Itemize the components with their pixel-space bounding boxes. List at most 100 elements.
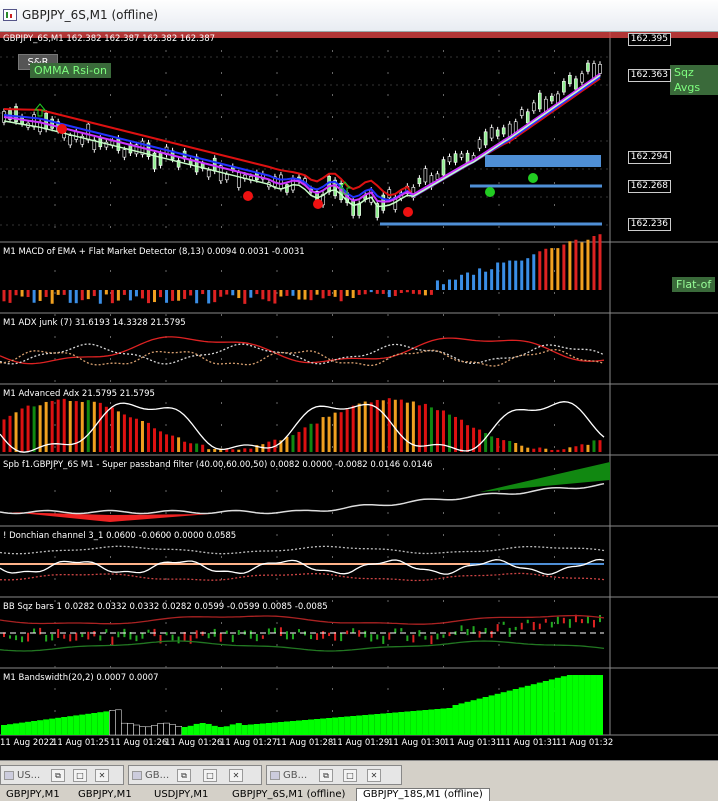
minimized-window[interactable]: GB... ⧉ □ ✕ [128, 765, 262, 785]
bandswidth-bar [199, 723, 206, 735]
bbsqz-bar [33, 628, 36, 633]
macd-bar [32, 290, 36, 303]
macd-bar [207, 290, 211, 304]
macd-bar [387, 290, 391, 298]
time-label: 11 Aug 01:31 [500, 738, 558, 748]
bbsqz-bar [562, 617, 565, 624]
macd-bar [508, 260, 512, 290]
macd-bar [128, 290, 132, 301]
bandswidth-bar [229, 724, 236, 735]
candle-body [206, 169, 211, 178]
adx-bar [393, 399, 397, 452]
adx-bar [140, 420, 144, 452]
adx-bar [297, 431, 301, 452]
bbsqz-bar [105, 629, 108, 633]
candle-body [574, 78, 578, 90]
macd-bar [466, 272, 470, 290]
main-info-label: GBPJPY_6S,M1 162.382 162.387 162.382 162… [3, 34, 216, 44]
tab-gbpjpy-18s[interactable]: GBPJPY_18S,M1 (offline) [356, 788, 490, 801]
macd-bar [484, 271, 488, 290]
macd-bar [74, 290, 78, 304]
adx-bar [153, 428, 157, 452]
adx-bar [351, 405, 355, 452]
adx-bar [586, 444, 590, 452]
bbsqz-bar [520, 622, 523, 630]
macd-bar [423, 290, 427, 296]
bbsqz-bar [532, 621, 535, 631]
chart-area[interactable]: GBPJPY_6S,M1 162.382 162.387 162.382 162… [0, 32, 718, 760]
tab-gbpjpy-6s[interactable]: GBPJPY_6S,M1 (offline) [226, 789, 351, 801]
adx-bar [303, 427, 307, 452]
maximize-icon[interactable]: □ [203, 769, 217, 782]
close-icon[interactable]: ✕ [95, 769, 109, 782]
bbsqz-bar [237, 630, 240, 635]
bandswidth-bar [175, 726, 182, 736]
restore-icon[interactable]: ⧉ [177, 769, 191, 782]
adx-bar [417, 405, 421, 452]
minimized-window[interactable]: GB... ⧉ □ ✕ [266, 765, 402, 785]
bandswidth-bar [235, 723, 242, 735]
bbsqz-bar [514, 626, 517, 631]
macd-bar [14, 290, 18, 296]
macd-bar [454, 279, 458, 290]
price-label: 162.395 [627, 33, 671, 46]
signal-dot [403, 207, 413, 217]
macd-bar [279, 290, 283, 297]
adx-bar [86, 400, 90, 452]
bbsqz-bar [231, 634, 234, 643]
bandswidth-bar [344, 716, 351, 735]
adx-bar [478, 429, 482, 452]
macd-bar [8, 290, 12, 303]
bandswidth-bar [398, 712, 405, 735]
restore-icon[interactable]: ⧉ [51, 769, 65, 782]
bandswidth-bar [506, 690, 513, 735]
chart-icon [132, 771, 142, 780]
bandswidth-bar [121, 722, 128, 736]
maximize-icon[interactable]: □ [73, 769, 87, 782]
macd-bar [345, 290, 349, 297]
bandswidth-bar [410, 711, 417, 735]
tab-usdjpy-m1[interactable]: USDJPY,M1 [148, 789, 214, 801]
adx-bar [165, 434, 169, 452]
advanced-adx-label: M1 Advanced Adx 21.5795 21.5795 [3, 389, 155, 399]
adx-bar [26, 405, 30, 452]
bandswidth-bar [590, 675, 597, 735]
macd-bar [429, 290, 433, 295]
bandswidth-bar [241, 725, 248, 735]
macd-bar [243, 290, 247, 304]
bbsqz-bar [285, 631, 288, 640]
close-icon[interactable]: ✕ [367, 769, 381, 782]
close-icon[interactable]: ✕ [229, 769, 243, 782]
sqz-avgs-label: Sqz Avgs [670, 65, 718, 95]
adx-bar [496, 438, 500, 452]
bandswidth-bar [265, 723, 272, 735]
adx-bar [399, 399, 403, 452]
tab-gbpjpy-m1[interactable]: GBPJPY,M1 [0, 789, 66, 801]
bandswidth-bar [422, 710, 429, 735]
bbsqz-bar [51, 634, 54, 641]
macd-bar [122, 290, 126, 295]
bandswidth-bar [7, 724, 14, 735]
title-bar: GBPJPY_6S,M1 (offline) [0, 0, 718, 32]
adx-main-line [0, 336, 605, 365]
bandswidth-bar [127, 723, 134, 736]
donchian-price-line [0, 558, 605, 576]
resistance-zone [485, 155, 601, 167]
adx-bar [267, 441, 271, 452]
minimized-window[interactable]: US... ⧉ □ ✕ [0, 765, 124, 785]
tab-gbpjpy-m1[interactable]: GBPJPY,M1 [72, 789, 138, 801]
macd-bar [592, 236, 596, 290]
maximize-icon[interactable]: □ [343, 769, 357, 782]
adx-bar [195, 443, 199, 452]
bbsqz-bar [388, 632, 391, 640]
adx-bar [32, 406, 36, 452]
bbsqz-bar [69, 634, 72, 642]
restore-icon[interactable]: ⧉ [319, 769, 333, 782]
bbsqz-bar [189, 635, 192, 644]
adx-bar [321, 417, 325, 452]
adx-bar [574, 446, 578, 452]
bandswidth-bar [97, 712, 104, 735]
macd-bar [267, 290, 271, 302]
macd-bar [219, 290, 223, 297]
bandswidth-bar [253, 724, 260, 735]
